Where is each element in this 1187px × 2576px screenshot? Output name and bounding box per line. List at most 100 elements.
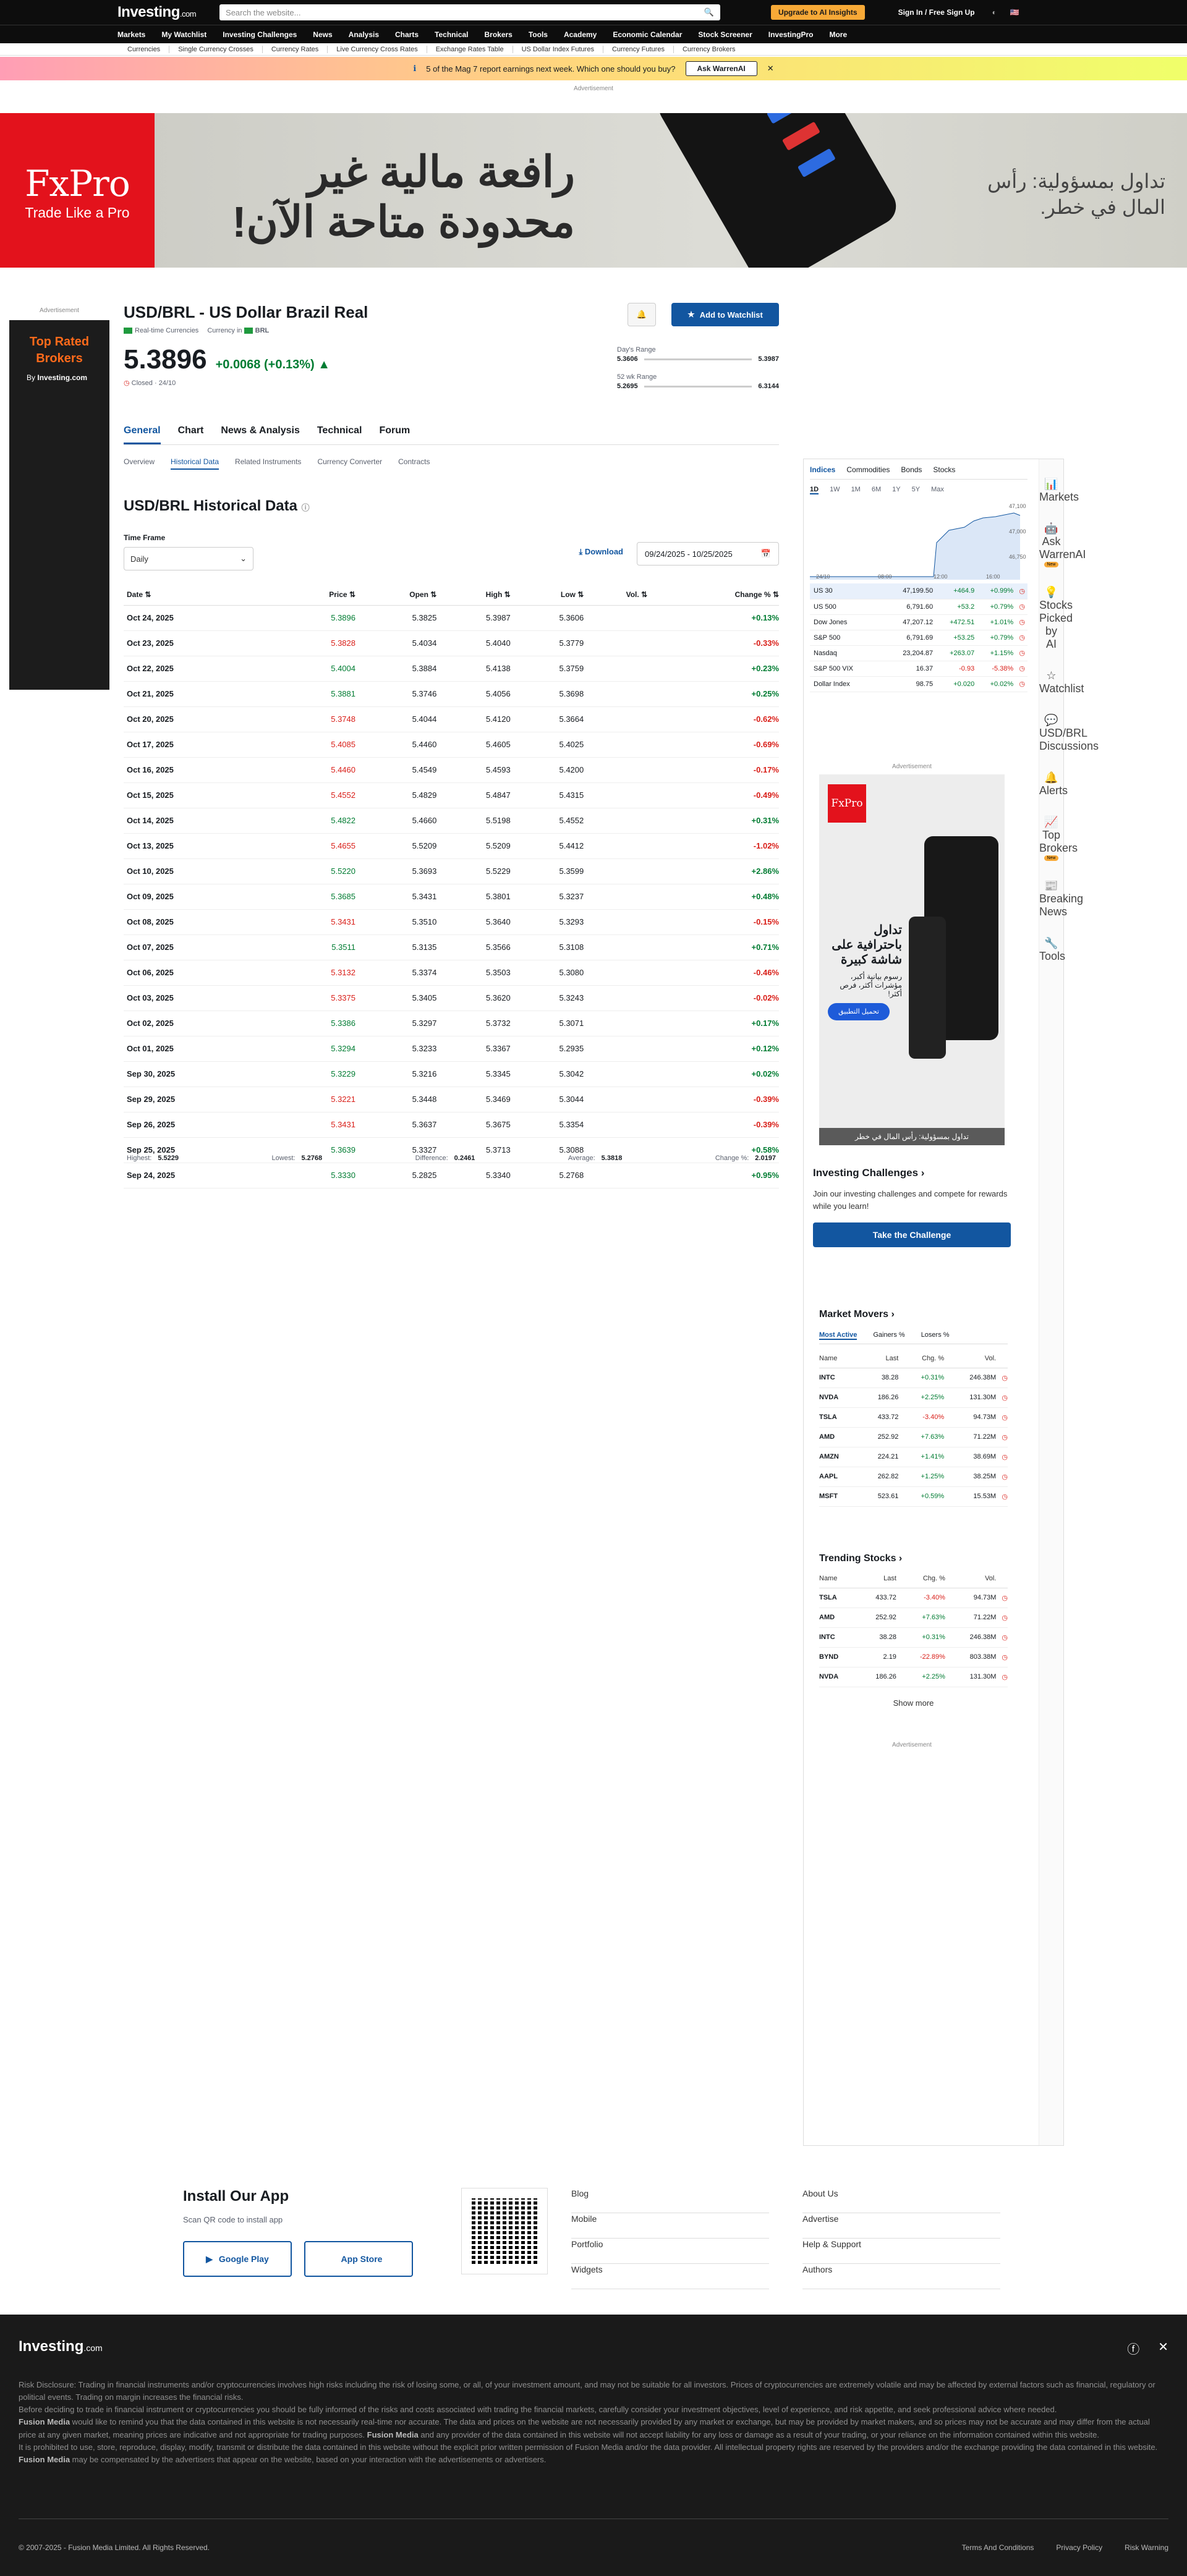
nav-more[interactable]: More: [829, 30, 847, 39]
subtab-contracts[interactable]: Contracts: [398, 457, 430, 470]
table-row[interactable]: AMD 252.92 +7.63% 71.22M ◷: [819, 1608, 1008, 1628]
tab-general[interactable]: General: [124, 425, 161, 444]
banner-ad[interactable]: FxPro Trade Like a Pro رافعة مالية غير مح…: [0, 113, 1187, 268]
search-input[interactable]: Search the website... 🔍: [219, 4, 721, 20]
subnav-item[interactable]: Currency Rates: [263, 45, 328, 53]
column-header[interactable]: High ⇅: [436, 584, 511, 606]
nav-my-watchlist[interactable]: My Watchlist: [161, 30, 206, 39]
wl-tab[interactable]: Stocks: [933, 465, 955, 474]
table-row[interactable]: Dollar Index 98.75 +0.020 +0.02% ◷: [810, 676, 1027, 692]
rail-top-brokers[interactable]: 📈 Top Brokers New: [1039, 816, 1078, 861]
download-button[interactable]: ⤓ Download: [579, 547, 623, 557]
footer-logo[interactable]: Investing.com: [19, 2338, 103, 2355]
rail-markets[interactable]: 📊 Markets: [1039, 478, 1079, 504]
nav-investingpro[interactable]: InvestingPro: [768, 30, 814, 39]
rail-ask-warrenai[interactable]: 🤖 Ask WarrenAI New: [1039, 522, 1086, 567]
nav-markets[interactable]: Markets: [117, 30, 145, 39]
table-row[interactable]: AAPL 262.82 +1.25% 38.25M ◷: [819, 1467, 1008, 1487]
table-row[interactable]: US 500 6,791.60 +53.2 +0.79% ◷: [810, 599, 1027, 615]
rail-tools[interactable]: 🔧 Tools: [1039, 937, 1065, 963]
movers-tab[interactable]: Gainers %: [873, 1331, 904, 1340]
nav-economic-calendar[interactable]: Economic Calendar: [613, 30, 682, 39]
footer-link[interactable]: About Us: [802, 2188, 1000, 2213]
subtab-currency-converter[interactable]: Currency Converter: [317, 457, 382, 470]
subtab-related-instruments[interactable]: Related Instruments: [235, 457, 301, 470]
nav-tools[interactable]: Tools: [529, 30, 548, 39]
google-play-button[interactable]: ▶ Google Play: [183, 2241, 292, 2277]
upgrade-ai-button[interactable]: Upgrade to AI Insights: [771, 5, 865, 20]
table-row[interactable]: US 30 47,199.50 +464.9 +0.99% ◷: [810, 583, 1027, 600]
nav-charts[interactable]: Charts: [395, 30, 419, 39]
site-logo[interactable]: Investing.com: [117, 4, 197, 21]
ask-warrenai-button[interactable]: Ask WarrenAI: [685, 61, 757, 76]
rail-watchlist[interactable]: ☆ Watchlist: [1039, 669, 1084, 695]
footer-link[interactable]: Help & Support: [802, 2239, 1000, 2264]
period-tab[interactable]: 6M: [872, 486, 881, 494]
table-row[interactable]: S&P 500 6,791.69 +53.25 +0.79% ◷: [810, 630, 1027, 646]
tab-news-analysis[interactable]: News & Analysis: [221, 425, 299, 444]
subnav-item[interactable]: Currency Brokers: [674, 46, 744, 53]
table-row[interactable]: TSLA 433.72 -3.40% 94.73M ◷: [819, 1588, 1008, 1608]
x-icon[interactable]: ✕: [1158, 2339, 1168, 2357]
nav-analysis[interactable]: Analysis: [349, 30, 379, 39]
wl-tab[interactable]: Bonds: [901, 465, 922, 474]
show-more-button[interactable]: Show more: [819, 1698, 1008, 1708]
column-header[interactable]: Price ⇅: [276, 584, 355, 606]
table-row[interactable]: Nasdaq 23,204.87 +263.07 +1.15% ◷: [810, 645, 1027, 661]
legal-link[interactable]: Terms And Conditions: [962, 2543, 1034, 2552]
column-header[interactable]: Low ⇅: [510, 584, 584, 606]
table-row[interactable]: S&P 500 VIX 16.37 -0.93 -5.38% ◷: [810, 661, 1027, 677]
column-header[interactable]: Open ⇅: [355, 584, 437, 606]
subtab-overview[interactable]: Overview: [124, 457, 155, 470]
period-tab[interactable]: 1D: [810, 486, 819, 494]
tab-chart[interactable]: Chart: [178, 425, 204, 444]
side-ad[interactable]: FxPro تداول باحترافية على شاشة كبيرة رسو…: [819, 774, 1005, 1145]
table-row[interactable]: BYND 2.19 -22.89% 803.38M ◷: [819, 1647, 1008, 1667]
facebook-icon[interactable]: ⓕ: [1127, 2339, 1139, 2357]
table-row[interactable]: TSLA 433.72 -3.40% 94.73M ◷: [819, 1407, 1008, 1428]
add-to-watchlist-button[interactable]: ★ Add to Watchlist: [671, 303, 779, 326]
footer-link[interactable]: Portfolio: [571, 2239, 769, 2264]
side-ad-button[interactable]: تحميل التطبيق: [828, 1003, 890, 1020]
table-row[interactable]: AMZN 224.21 +1.41% 38.69M ◷: [819, 1447, 1008, 1467]
left-ad[interactable]: Top Rated Brokers By Investing.com: [9, 320, 109, 690]
subnav-item[interactable]: Currency Futures: [603, 45, 674, 53]
table-row[interactable]: MSFT 523.61 +0.59% 15.53M ◷: [819, 1486, 1008, 1507]
footer-link[interactable]: Authors: [802, 2264, 1000, 2289]
nav-academy[interactable]: Academy: [564, 30, 597, 39]
subnav-item[interactable]: Currencies: [119, 45, 170, 53]
rail-breaking-news[interactable]: 📰 Breaking News: [1039, 879, 1083, 918]
nav-brokers[interactable]: Brokers: [485, 30, 513, 39]
nav-news[interactable]: News: [313, 30, 332, 39]
period-tab[interactable]: 1Y: [892, 486, 900, 494]
sign-in-link[interactable]: Sign In: [898, 8, 923, 17]
footer-link[interactable]: Widgets: [571, 2264, 769, 2289]
table-row[interactable]: AMD 252.92 +7.63% 71.22M ◷: [819, 1427, 1008, 1447]
nav-stock-screener[interactable]: Stock Screener: [698, 30, 752, 39]
period-tab[interactable]: 1M: [851, 486, 861, 494]
table-row[interactable]: NVDA 186.26 +2.25% 131.30M ◷: [819, 1388, 1008, 1408]
sign-up-link[interactable]: Free Sign Up: [929, 8, 975, 17]
tab-forum[interactable]: Forum: [379, 425, 410, 444]
column-header[interactable]: Date ⇅: [124, 584, 277, 606]
footer-link[interactable]: Blog: [571, 2188, 769, 2213]
subnav-item[interactable]: US Dollar Index Futures: [513, 45, 603, 53]
period-tab[interactable]: 1W: [830, 486, 840, 494]
take-challenge-button[interactable]: Take the Challenge: [813, 1222, 1011, 1248]
app-store-button[interactable]: App Store: [304, 2241, 413, 2277]
theme-icon[interactable]: ◐: [992, 8, 997, 17]
table-row[interactable]: INTC 38.28 +0.31% 246.38M ◷: [819, 1368, 1008, 1388]
rail-stocks-picked-by-ai[interactable]: 💡 Stocks Picked by AI: [1039, 586, 1073, 651]
footer-link[interactable]: Advertise: [802, 2213, 1000, 2239]
period-tab[interactable]: Max: [931, 486, 944, 494]
tab-technical[interactable]: Technical: [317, 425, 362, 444]
legal-link[interactable]: Privacy Policy: [1056, 2543, 1102, 2552]
column-header[interactable]: Change % ⇅: [647, 584, 779, 606]
rail-usd-brl-discussions[interactable]: 💬 USD/BRL Discussions: [1039, 714, 1099, 753]
column-header[interactable]: Vol. ⇅: [584, 584, 648, 606]
movers-tab[interactable]: Losers %: [921, 1331, 950, 1340]
subnav-item[interactable]: Live Currency Cross Rates: [328, 45, 427, 53]
subnav-item[interactable]: Exchange Rates Table: [427, 45, 513, 53]
timeframe-select[interactable]: Daily ⌄: [124, 547, 253, 570]
close-icon[interactable]: ✕: [767, 64, 774, 74]
